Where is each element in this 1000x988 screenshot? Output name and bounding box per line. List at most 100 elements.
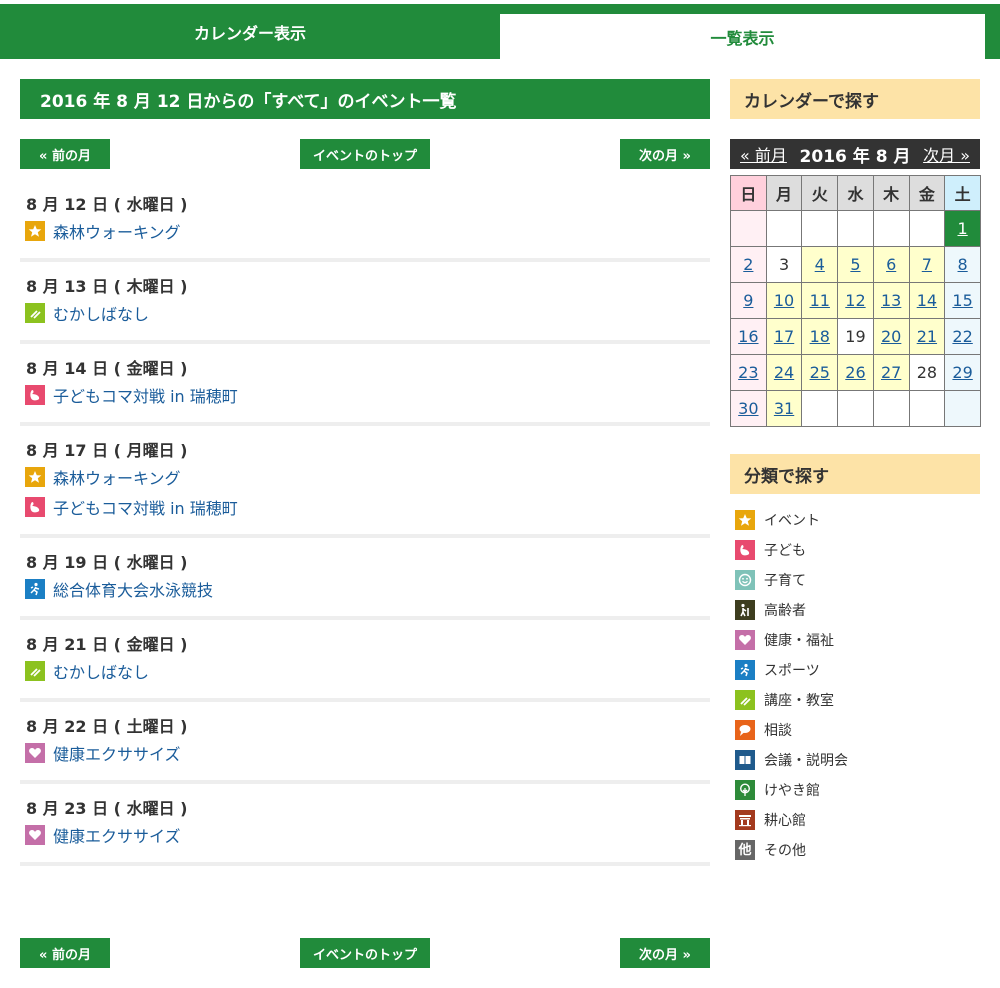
- calendar-day[interactable]: 25: [801, 354, 839, 391]
- heart-icon: [25, 743, 45, 763]
- calendar-day[interactable]: 2: [730, 246, 767, 283]
- book-icon: [735, 750, 755, 770]
- calendar-day-link[interactable]: 25: [810, 363, 830, 382]
- calendar-day-link[interactable]: 18: [810, 327, 830, 346]
- category-link[interactable]: 講座・教室: [764, 690, 834, 710]
- calendar-day[interactable]: 9: [730, 282, 767, 319]
- tab-list-view[interactable]: 一覧表示: [500, 14, 985, 59]
- category-link[interactable]: 子ども: [764, 540, 806, 560]
- calendar-day[interactable]: 1: [944, 210, 981, 247]
- weekday-header: 木: [872, 175, 910, 211]
- calendar-day[interactable]: 8: [944, 246, 981, 283]
- event-top-button-bottom[interactable]: イベントのトップ: [300, 938, 430, 968]
- calendar-day-link[interactable]: 9: [743, 291, 753, 310]
- calendar-day[interactable]: 16: [730, 318, 767, 355]
- calendar-day-link[interactable]: 26: [845, 363, 865, 382]
- calendar-day-link[interactable]: 23: [738, 363, 758, 382]
- calendar-day-link[interactable]: 16: [738, 327, 758, 346]
- category-link[interactable]: イベント: [764, 510, 820, 530]
- calendar-day-link[interactable]: 1: [958, 219, 968, 238]
- calendar-day-link[interactable]: 29: [952, 363, 972, 382]
- calendar-day[interactable]: 15: [944, 282, 981, 319]
- calendar-day[interactable]: 21: [908, 318, 946, 355]
- calendar-day[interactable]: 26: [837, 354, 874, 391]
- calendar-day-link[interactable]: 10: [774, 291, 794, 310]
- calendar-day: [908, 390, 946, 427]
- calendar-day-link[interactable]: 24: [774, 363, 794, 382]
- calendar-day-link[interactable]: 6: [886, 255, 896, 274]
- category-link[interactable]: 耕心館: [764, 810, 806, 830]
- calendar-day-link[interactable]: 12: [845, 291, 865, 310]
- category-link[interactable]: 高齢者: [764, 600, 806, 620]
- category-link[interactable]: けやき館: [764, 780, 820, 800]
- event-day-group: 8 月 17 日 ( 月曜日 ) 森林ウォーキング 子どもコマ対戦 in 瑞穂町: [20, 426, 710, 538]
- calendar-day[interactable]: 30: [730, 390, 767, 427]
- category-link[interactable]: スポーツ: [764, 660, 820, 680]
- event-date: 8 月 21 日 ( 金曜日 ): [26, 635, 188, 654]
- calendar-day-link[interactable]: 11: [810, 291, 830, 310]
- calendar-day-link[interactable]: 7: [922, 255, 932, 274]
- calendar-week: 9 10 11 12 13 14 15: [730, 282, 981, 319]
- calendar-day[interactable]: 22: [944, 318, 981, 355]
- calendar-day[interactable]: 17: [765, 318, 803, 355]
- category-link[interactable]: その他: [764, 840, 806, 860]
- category-link[interactable]: 子育て: [764, 570, 806, 590]
- calendar-day[interactable]: 23: [730, 354, 767, 391]
- calendar-day-link[interactable]: 2: [743, 255, 753, 274]
- next-month-link[interactable]: 次月 »: [923, 142, 970, 166]
- calendar-day[interactable]: 29: [944, 354, 981, 391]
- calendar-day[interactable]: 14: [908, 282, 946, 319]
- event-link[interactable]: 子どもコマ対戦 in 瑞穂町: [53, 383, 238, 407]
- next-month-button[interactable]: 次の月 »: [620, 139, 710, 169]
- calendar-week: 2 3 4 5 6 7 8: [730, 246, 981, 283]
- event-top-button[interactable]: イベントのトップ: [300, 139, 430, 169]
- prev-month-button[interactable]: « 前の月: [20, 139, 110, 169]
- calendar-day[interactable]: 11: [801, 282, 839, 319]
- calendar-day-link[interactable]: 13: [881, 291, 901, 310]
- category-link[interactable]: 相談: [764, 720, 792, 740]
- category-link[interactable]: 健康・福祉: [764, 630, 834, 650]
- calendar-day-link[interactable]: 20: [881, 327, 901, 346]
- event-link[interactable]: 健康エクササイズ: [53, 823, 181, 847]
- calendar-day[interactable]: 5: [837, 246, 874, 283]
- calendar-day-link[interactable]: 22: [952, 327, 972, 346]
- category-item: 高齢者: [735, 595, 980, 625]
- event-link[interactable]: 総合体育大会水泳競技: [53, 577, 213, 601]
- event-link[interactable]: 森林ウォーキング: [53, 219, 181, 243]
- calendar-day: [801, 210, 839, 247]
- calendar-day[interactable]: 20: [872, 318, 910, 355]
- event-link[interactable]: むかしばなし: [53, 301, 149, 325]
- calendar-day-link[interactable]: 15: [952, 291, 972, 310]
- calendar-day-link[interactable]: 17: [774, 327, 794, 346]
- calendar-day[interactable]: 18: [801, 318, 839, 355]
- calendar-day[interactable]: 12: [837, 282, 874, 319]
- calendar-day-link[interactable]: 4: [815, 255, 825, 274]
- event-link[interactable]: 健康エクササイズ: [53, 741, 181, 765]
- category-item: 耕心館: [735, 805, 980, 835]
- calendar-day[interactable]: 13: [872, 282, 910, 319]
- calendar-day-link[interactable]: 21: [917, 327, 937, 346]
- calendar-day[interactable]: 7: [908, 246, 946, 283]
- category-link[interactable]: 会議・説明会: [764, 750, 848, 770]
- event-link[interactable]: 子どもコマ対戦 in 瑞穂町: [53, 495, 238, 519]
- prev-month-link[interactable]: « 前月: [740, 142, 787, 166]
- calendar-day-link[interactable]: 8: [958, 255, 968, 274]
- tab-calendar-view[interactable]: カレンダー表示: [0, 4, 500, 59]
- category-item: 会議・説明会: [735, 745, 980, 775]
- calendar-day-link[interactable]: 27: [881, 363, 901, 382]
- calendar-day-link[interactable]: 30: [738, 399, 758, 418]
- next-month-button-bottom[interactable]: 次の月 »: [620, 938, 710, 968]
- event-link[interactable]: むかしばなし: [53, 659, 149, 683]
- calendar-day-link[interactable]: 31: [774, 399, 794, 418]
- calendar-day[interactable]: 4: [801, 246, 839, 283]
- calendar-day[interactable]: 24: [765, 354, 803, 391]
- calendar-day[interactable]: 31: [765, 390, 803, 427]
- calendar-day[interactable]: 27: [872, 354, 910, 391]
- category-item: 他その他: [735, 835, 980, 865]
- calendar-day-link[interactable]: 5: [850, 255, 860, 274]
- calendar-day[interactable]: 6: [872, 246, 910, 283]
- calendar-day-link[interactable]: 14: [917, 291, 937, 310]
- prev-month-button-bottom[interactable]: « 前の月: [20, 938, 110, 968]
- calendar-day[interactable]: 10: [765, 282, 803, 319]
- event-link[interactable]: 森林ウォーキング: [53, 465, 181, 489]
